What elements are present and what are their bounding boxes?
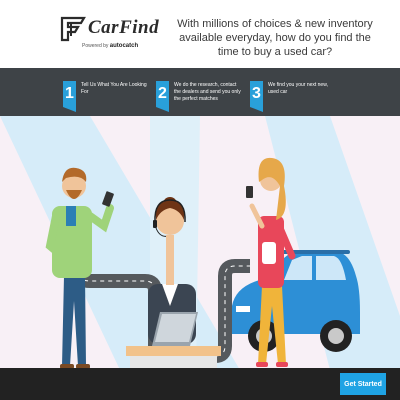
step-text: We find you your next new, used car: [268, 82, 328, 95]
powered-by-label: Powered by: [82, 43, 109, 49]
step-text: We do the research, contact the dealers …: [174, 82, 241, 102]
step-number: 1: [63, 81, 76, 112]
step-text: Tell Us What You Are Looking For: [81, 82, 147, 95]
autocatch-brand: autocatch: [109, 43, 139, 49]
light-beam: [0, 116, 240, 370]
hero-illustration: [0, 116, 400, 370]
header: CarFind Powered by autocatch With millio…: [0, 0, 400, 68]
powered-by: Powered by autocatch: [82, 43, 138, 49]
logo-text: CarFind: [88, 17, 160, 38]
carfind-logo[interactable]: CarFind Powered by autocatch: [60, 14, 160, 54]
steps-bar: 1 Tell Us What You Are Looking For 2 We …: [0, 68, 400, 116]
step-number: 2: [156, 81, 169, 112]
scene-svg: [0, 116, 400, 370]
logo-mark-icon: [60, 16, 86, 42]
tagline: With millions of choices & new inventory…: [177, 18, 373, 58]
get-started-button[interactable]: Get Started: [340, 373, 386, 395]
blue-car: [232, 250, 360, 352]
step-number: 3: [250, 81, 263, 112]
